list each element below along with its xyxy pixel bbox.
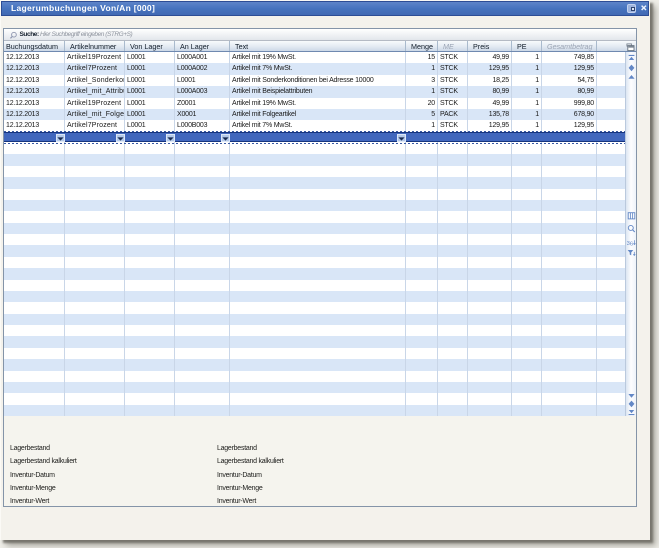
svg-text:6: 6 (630, 242, 633, 247)
